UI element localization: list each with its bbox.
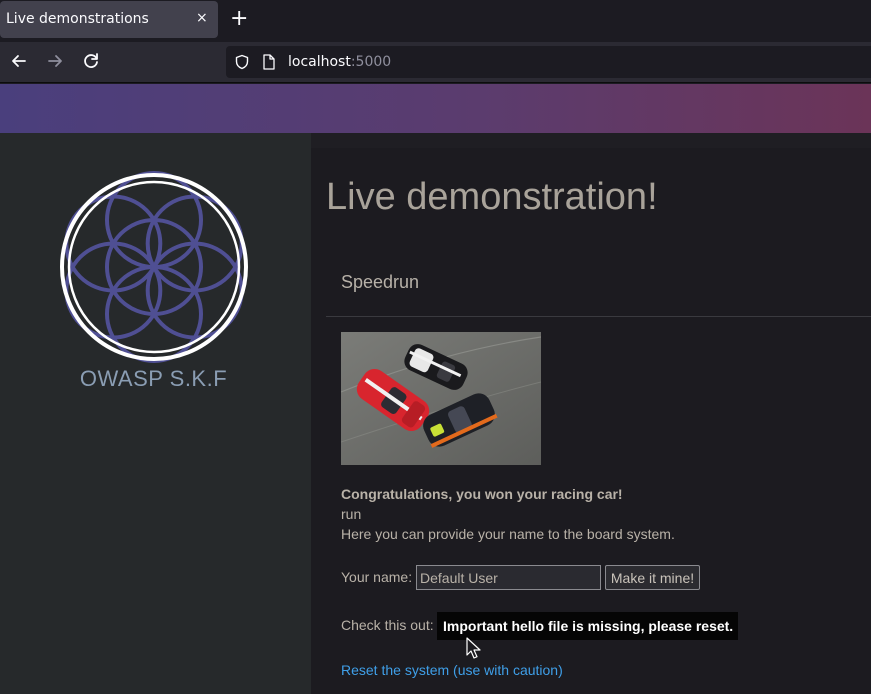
header-banner — [0, 84, 871, 133]
page-title: Live demonstration! — [326, 176, 658, 218]
top-strip — [311, 133, 871, 148]
main-content: Live demonstration! Speedrun Congratulat… — [311, 133, 871, 694]
url-text[interactable]: localhost:5000 — [288, 54, 391, 70]
reset-system-link[interactable]: Reset the system (use with caution) — [341, 662, 563, 678]
page-icon[interactable] — [262, 54, 276, 70]
sidebar: OWASP S.K.F — [0, 133, 311, 694]
run-text: run — [341, 506, 362, 522]
instructions-text: Here you can provide your name to the bo… — [341, 526, 675, 542]
back-arrow-icon[interactable] — [6, 48, 32, 74]
congrats-text: Congratulations, you won your racing car… — [341, 486, 623, 502]
make-it-mine-button[interactable]: Make it mine! — [605, 565, 700, 590]
tab-title: Live demonstrations — [6, 11, 149, 27]
url-bar[interactable]: localhost:5000 — [226, 46, 871, 78]
reload-icon[interactable] — [78, 48, 104, 74]
name-label: Your name: — [341, 569, 413, 585]
url-port: :5000 — [350, 54, 392, 70]
browser-tab-bar: Live demonstrations × + — [0, 0, 871, 42]
message-box: Important hello file is missing, please … — [437, 612, 738, 640]
check-label: Check this out: — [341, 617, 434, 633]
browser-tab[interactable]: Live demonstrations × — [0, 1, 218, 38]
url-host: localhost — [288, 54, 351, 70]
new-tab-icon[interactable]: + — [230, 6, 248, 32]
section-title: Speedrun — [341, 272, 420, 292]
racing-cars-image — [341, 332, 541, 465]
divider — [326, 316, 871, 317]
forward-arrow-icon[interactable] — [42, 48, 68, 74]
mouse-cursor-icon — [466, 637, 481, 659]
name-input[interactable] — [416, 565, 601, 590]
owasp-skf-logo-icon — [60, 171, 248, 363]
close-tab-icon[interactable]: × — [196, 10, 208, 26]
shield-icon[interactable] — [234, 54, 250, 70]
browser-nav-bar: localhost:5000 — [0, 42, 871, 83]
logo-text: OWASP S.K.F — [79, 366, 228, 391]
